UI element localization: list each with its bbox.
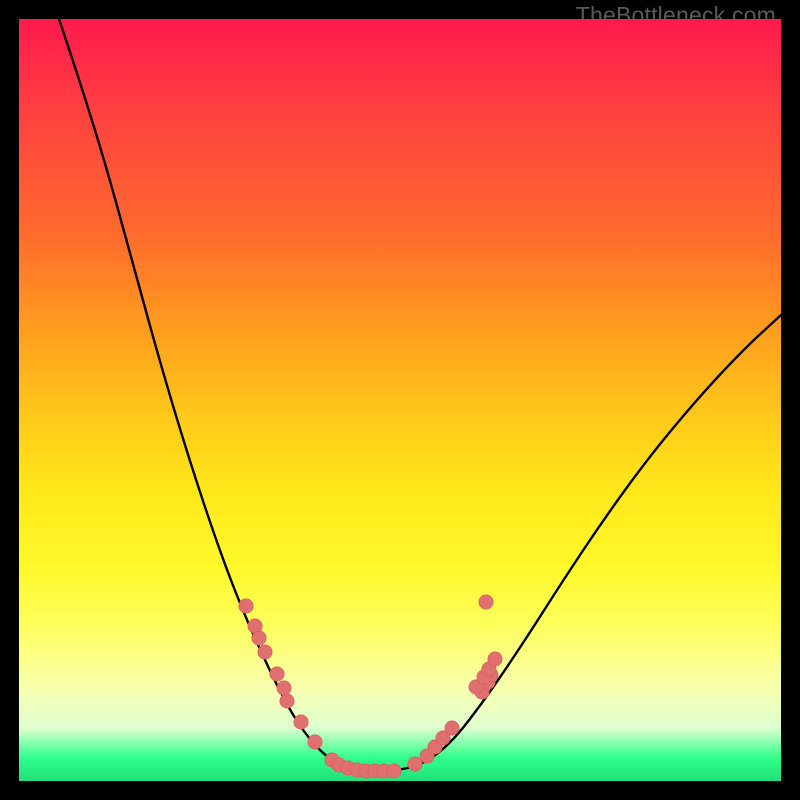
plot-frame: [19, 19, 781, 781]
data-marker: [387, 764, 401, 778]
data-marker: [270, 667, 284, 681]
bottleneck-curve: [59, 19, 781, 771]
data-marker: [479, 595, 493, 609]
data-marker: [252, 631, 266, 645]
data-marker: [280, 694, 294, 708]
data-marker: [239, 599, 253, 613]
data-marker: [277, 681, 291, 695]
data-markers: [239, 595, 502, 778]
data-marker: [294, 715, 308, 729]
data-marker: [488, 652, 502, 666]
bottleneck-plot: [19, 19, 781, 781]
data-marker: [445, 721, 459, 735]
data-marker: [258, 645, 272, 659]
data-marker: [408, 757, 422, 771]
data-marker: [308, 735, 322, 749]
